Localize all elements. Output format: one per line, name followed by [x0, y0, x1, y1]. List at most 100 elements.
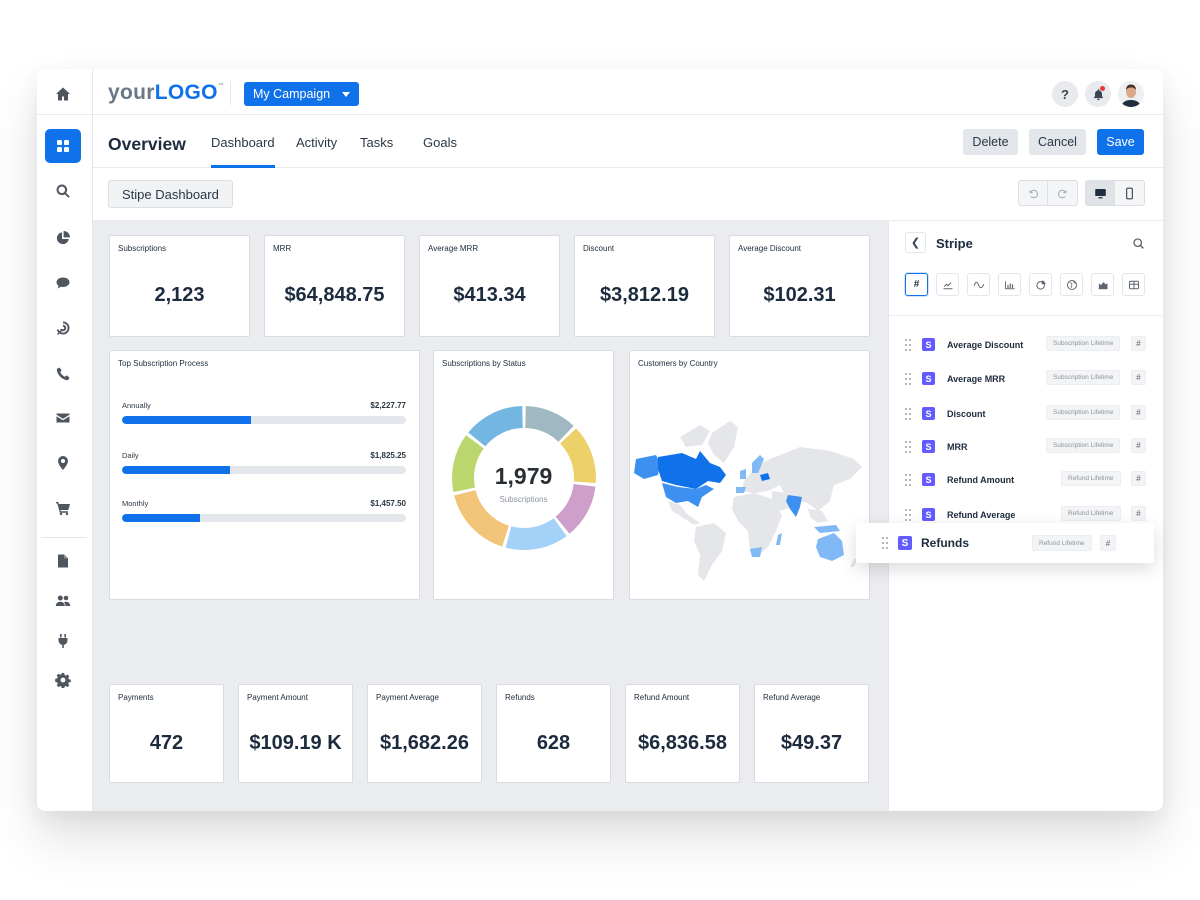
user-avatar[interactable] — [1118, 81, 1144, 107]
kpi-title: Payments — [118, 693, 154, 702]
back-button[interactable]: ❮ — [905, 232, 926, 253]
line-chart-viz-button[interactable] — [936, 273, 959, 296]
kpi-title: Subscriptions — [118, 244, 167, 253]
map-region-southeast-asia — [808, 509, 828, 523]
metric-name: MRR — [947, 442, 968, 452]
metric-list-item[interactable]: S Discount Subscription Lifetime # — [889, 402, 1163, 426]
kpi-title: Discount — [583, 244, 615, 253]
kpi-card[interactable]: MRR $64,848.75 — [264, 235, 405, 337]
metric-tag: Subscription Lifetime — [1046, 370, 1121, 385]
caret-down-icon — [342, 91, 351, 97]
home-icon[interactable] — [45, 77, 81, 111]
phone-icon[interactable] — [45, 357, 81, 391]
kpi-value: $1,682.26 — [380, 732, 469, 754]
mail-icon[interactable] — [45, 401, 81, 435]
undo-redo-group — [1018, 180, 1078, 206]
metric-tag: Subscription Lifetime — [1046, 405, 1121, 420]
pie-chart-viz-button[interactable] — [1029, 273, 1052, 296]
customers-by-country-widget[interactable]: Customers by Country — [629, 350, 870, 600]
bar-chart-viz-button[interactable] — [998, 273, 1021, 296]
donut-segment[interactable] — [505, 518, 567, 550]
kpi-card[interactable]: Average MRR $413.34 — [419, 235, 560, 337]
kpi-card[interactable]: Payment Average $1,682.26 — [367, 684, 482, 783]
metric-list-item[interactable]: S MRR Subscription Lifetime # — [889, 435, 1163, 459]
save-button[interactable]: Save — [1097, 129, 1144, 155]
kpi-value: $102.31 — [763, 284, 836, 306]
kpi-title: Payment Amount — [247, 693, 308, 702]
dashboard-name-button[interactable]: Stipe Dashboard — [108, 180, 233, 208]
chat-icon[interactable] — [45, 266, 81, 300]
drag-handle-icon[interactable] — [905, 408, 911, 420]
page-title: Overview — [108, 134, 186, 154]
donut-segment[interactable] — [525, 406, 574, 442]
divider — [37, 114, 93, 115]
number-hash-viz-button[interactable]: # — [905, 273, 928, 296]
chevron-left-icon: ❮ — [910, 237, 921, 249]
pie-chart-icon — [1035, 280, 1045, 290]
progress-bar-fill — [122, 514, 201, 522]
drag-handle-icon[interactable] — [905, 474, 911, 486]
metric-list-item[interactable]: S Average MRR Subscription Lifetime # — [889, 367, 1163, 391]
brand-logo[interactable]: yourLOGO™ — [108, 81, 224, 105]
tab-tasks[interactable]: Tasks — [360, 135, 393, 168]
metric-list-item[interactable]: S Refund Amount Refund Lifetime # — [889, 468, 1163, 492]
table-viz-button[interactable] — [1122, 273, 1145, 296]
sparkline-viz-button[interactable] — [967, 273, 990, 296]
kpi-card[interactable]: Refunds 628 — [496, 684, 611, 783]
help-icon: ? — [1061, 86, 1069, 102]
tab-activity[interactable]: Activity — [296, 135, 337, 168]
metric-list-item[interactable]: S Average Discount Subscription Lifetime # — [889, 333, 1163, 357]
document-icon[interactable] — [45, 544, 81, 578]
panel-search-button[interactable] — [1132, 237, 1145, 255]
donut-segment[interactable] — [468, 406, 523, 447]
globe-viz-button[interactable] — [1060, 273, 1083, 296]
bar-label: Monthly — [122, 499, 149, 508]
notifications-button[interactable] — [1085, 81, 1111, 107]
subscriptions-by-status-widget[interactable]: Subscriptions by Status 1,979 Subscripti… — [433, 350, 614, 600]
mobile-view-button[interactable] — [1115, 181, 1144, 205]
donut-segment[interactable] — [555, 483, 596, 534]
pie-chart-icon[interactable] — [45, 221, 81, 255]
kpi-card[interactable]: Discount $3,812.19 — [574, 235, 715, 337]
cart-icon[interactable] — [45, 491, 81, 525]
kpi-title: Refunds — [505, 693, 535, 702]
metric-name: Average MRR — [947, 374, 1006, 384]
redo-icon — [1057, 189, 1067, 198]
map-region-indonesia — [814, 525, 840, 533]
desktop-view-button[interactable] — [1086, 181, 1115, 205]
metric-tag: Refund Lifetime — [1061, 506, 1121, 521]
redo-button[interactable] — [1048, 181, 1077, 205]
plug-icon[interactable] — [45, 624, 81, 658]
search-icon[interactable] — [45, 174, 81, 208]
delete-button[interactable]: Delete — [963, 129, 1018, 155]
tab-dashboard[interactable]: Dashboard — [211, 135, 275, 168]
settings-gear-icon[interactable] — [45, 663, 81, 697]
progress-bar-fill — [122, 416, 252, 424]
help-button[interactable]: ? — [1052, 81, 1078, 107]
kpi-card[interactable]: Payment Amount $109.19 K — [238, 684, 353, 783]
drag-handle-icon[interactable] — [905, 339, 911, 351]
kpi-card[interactable]: Average Discount $102.31 — [729, 235, 870, 337]
area-chart-viz-button[interactable] — [1091, 273, 1114, 296]
undo-button[interactable] — [1019, 181, 1048, 205]
dragging-metric-item[interactable]: S Refunds Refund Lifetime # — [856, 523, 1154, 563]
kpi-card[interactable]: Refund Amount $6,836.58 — [625, 684, 740, 783]
drag-handle-icon[interactable] — [905, 509, 911, 521]
campaign-selector[interactable]: My Campaign — [244, 82, 360, 106]
tab-goals[interactable]: Goals — [423, 135, 457, 168]
location-pin-icon[interactable] — [45, 446, 81, 480]
line-chart-icon — [943, 281, 952, 289]
users-icon[interactable] — [45, 584, 81, 618]
map-region-uk — [740, 469, 746, 479]
drag-handle-icon[interactable] — [882, 537, 888, 549]
drag-handle-icon[interactable] — [905, 373, 911, 385]
kpi-card[interactable]: Payments 472 — [109, 684, 224, 783]
target-icon[interactable] — [45, 311, 81, 345]
top-subscription-process-widget[interactable]: Top Subscription Process Annually $2,227.… — [109, 350, 420, 600]
dashboard-grid-icon[interactable] — [45, 129, 81, 163]
drag-handle-icon[interactable] — [905, 441, 911, 453]
kpi-card[interactable]: Subscriptions 2,123 — [109, 235, 250, 337]
kpi-card[interactable]: Refund Average $49.37 — [754, 684, 869, 783]
cancel-button[interactable]: Cancel — [1029, 129, 1086, 155]
desktop-icon — [1094, 188, 1106, 198]
